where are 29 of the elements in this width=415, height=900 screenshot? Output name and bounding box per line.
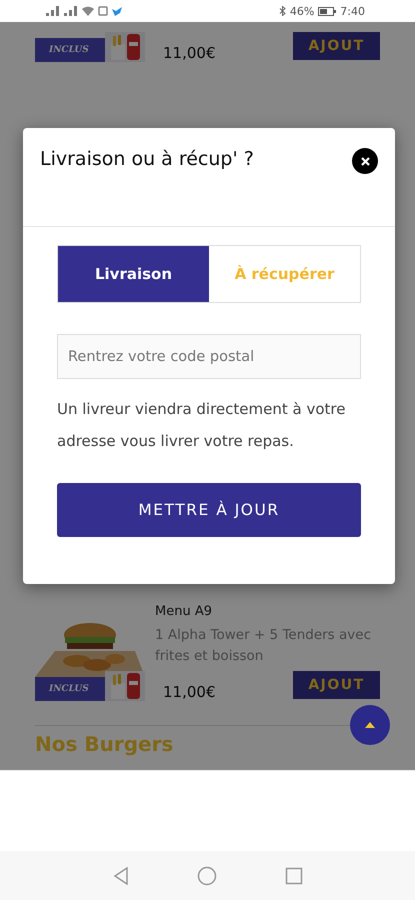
section-title: Nos Burgers (34, 731, 174, 756)
recents-icon[interactable] (284, 866, 302, 884)
caret-up-icon (365, 722, 375, 728)
delivery-tab[interactable]: Livraison (58, 246, 209, 302)
signal-icon (46, 6, 60, 16)
update-button[interactable]: METTRE À JOUR (57, 483, 361, 537)
close-icon (360, 156, 370, 166)
menu-name: Menu A9 (155, 604, 213, 619)
bluetooth-icon (278, 6, 286, 16)
modal-title: Livraison ou à récup' ? (40, 148, 254, 170)
price: 11,00€ (162, 683, 216, 701)
clock-time: 7:40 (340, 4, 365, 18)
wifi-icon (82, 6, 94, 16)
battery-icon (318, 6, 336, 16)
back-icon[interactable] (112, 866, 128, 884)
postal-code-field[interactable]: Rentrez votre code postal (57, 334, 361, 379)
price: 11,00€ (162, 44, 216, 62)
notification-icon (98, 6, 108, 16)
included-label: INCLUS (49, 684, 89, 694)
add-button[interactable]: AJOUT (293, 671, 380, 699)
scroll-top-button[interactable] (350, 705, 390, 745)
signal-icon (64, 6, 78, 16)
included-label: INCLUS (49, 45, 89, 55)
menu-description: 1 Alpha Tower + 5 Tenders avec frites et boisson (155, 626, 372, 666)
close-button[interactable] (352, 148, 378, 174)
add-button[interactable]: AJOUT (293, 32, 380, 60)
info-text: Un livreur viendra directement à votre adresse vous livrer votre repas. (57, 399, 346, 452)
home-icon[interactable] (196, 866, 216, 886)
battery-percent: 46% (290, 4, 314, 18)
